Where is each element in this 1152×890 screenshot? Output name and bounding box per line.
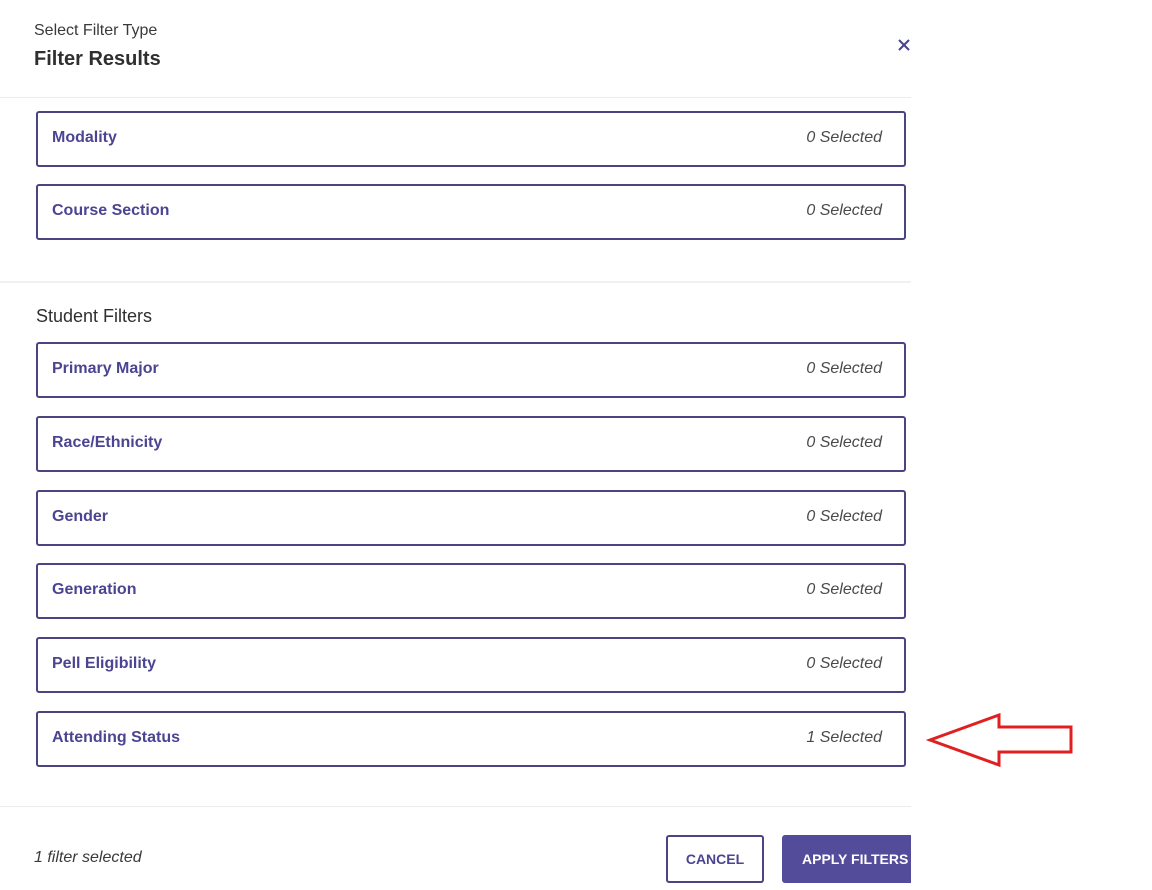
filter-name: Course Section xyxy=(52,202,170,219)
filter-count: 0 Selected xyxy=(806,360,882,377)
panel-footer: 1 filter selected CANCEL APPLY FILTERS xyxy=(0,806,911,890)
panel-subtitle: Select Filter Type xyxy=(34,22,158,39)
filter-gender[interactable]: Gender 0 Selected xyxy=(36,490,906,546)
filter-attending-status[interactable]: Attending Status 1 Selected xyxy=(36,711,906,767)
filter-count: 0 Selected xyxy=(806,655,882,672)
filter-name: Generation xyxy=(52,581,137,598)
filter-name: Modality xyxy=(52,129,117,146)
filter-count: 0 Selected xyxy=(806,434,882,451)
filter-name: Pell Eligibility xyxy=(52,655,157,672)
filter-name: Attending Status xyxy=(52,729,180,746)
filter-count: 0 Selected xyxy=(806,202,882,219)
filter-name: Race/Ethnicity xyxy=(52,434,163,451)
filter-modality[interactable]: Modality 0 Selected xyxy=(36,111,906,167)
filter-race-ethnicity[interactable]: Race/Ethnicity 0 Selected xyxy=(36,416,906,472)
filter-generation[interactable]: Generation 0 Selected xyxy=(36,563,906,619)
filter-pell-eligibility[interactable]: Pell Eligibility 0 Selected xyxy=(36,637,906,693)
red-arrow-icon xyxy=(926,712,1073,768)
section-divider xyxy=(0,281,911,283)
panel-header: Select Filter Type Filter Results xyxy=(0,0,911,98)
filter-name: Gender xyxy=(52,508,109,525)
filter-primary-major[interactable]: Primary Major 0 Selected xyxy=(36,342,906,398)
student-filters-heading: Student Filters xyxy=(36,306,153,326)
filter-count: 0 Selected xyxy=(806,581,882,598)
panel-title: Filter Results xyxy=(34,48,161,70)
close-icon xyxy=(898,39,910,51)
filter-status-text: 1 filter selected xyxy=(34,849,142,866)
filter-panel: Select Filter Type Filter Results Modali… xyxy=(0,0,911,890)
close-button[interactable] xyxy=(893,34,911,56)
filter-count: 1 Selected xyxy=(806,729,882,746)
filter-course-section[interactable]: Course Section 0 Selected xyxy=(36,184,906,240)
filter-count: 0 Selected xyxy=(806,508,882,525)
cancel-button[interactable]: CANCEL xyxy=(666,835,764,883)
filter-count: 0 Selected xyxy=(806,129,882,146)
filter-name: Primary Major xyxy=(52,360,159,377)
apply-filters-button[interactable]: APPLY FILTERS xyxy=(782,835,911,883)
